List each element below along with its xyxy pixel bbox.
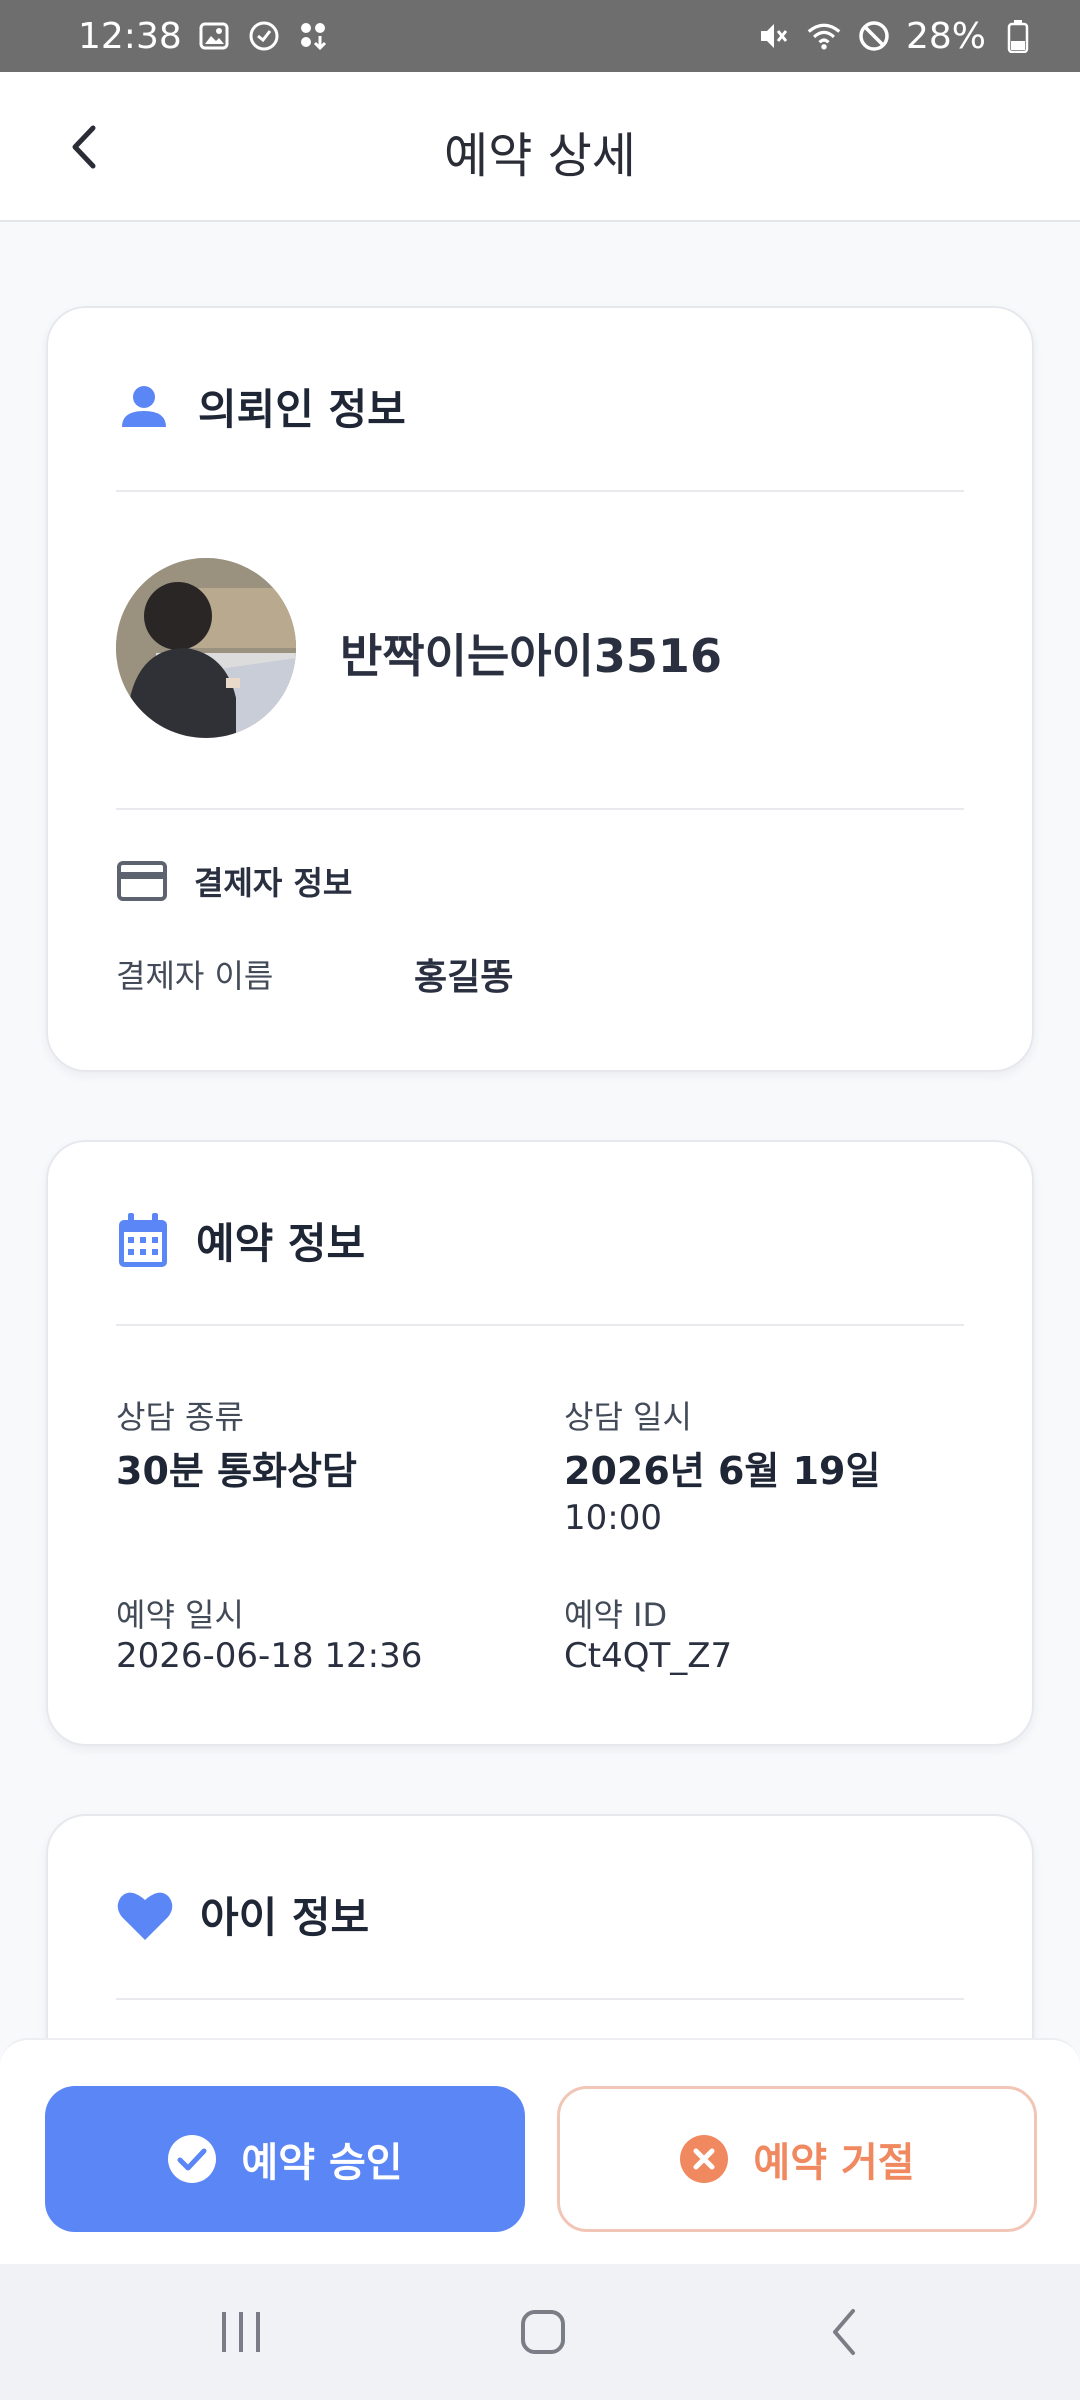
do-not-disturb-icon <box>856 18 892 54</box>
home-icon <box>521 2310 565 2354</box>
reservation-info-header: 예약 정보 <box>116 1210 365 1271</box>
payer-name-row: 결제자 이름 홍길똥 <box>116 948 513 1000</box>
close-circle-icon <box>680 2135 729 2183</box>
dots-download-icon <box>296 18 332 54</box>
payer-name-label: 결제자 이름 <box>116 957 274 995</box>
person-icon <box>122 385 166 427</box>
divider <box>116 1998 964 2000</box>
back-icon <box>833 2309 855 2355</box>
app-header: 예약 상세 <box>0 72 1080 222</box>
home-button[interactable] <box>498 2294 588 2370</box>
consult-type-value: 30분 통화상담 <box>116 1449 357 1493</box>
divider <box>116 490 964 492</box>
calendar-icon <box>119 1212 167 1267</box>
client-info-title: 의뢰인 정보 <box>198 385 406 434</box>
child-info-header: 아이 정보 <box>116 1884 369 1945</box>
status-left: 12:38 <box>78 16 332 57</box>
heart-icon <box>117 1892 173 1940</box>
page-title: 예약 상세 <box>444 128 636 184</box>
payment-info-header: 결제자 정보 <box>116 858 352 904</box>
reservation-info-card: 예약 정보 상담 종류 30분 통화상담 상담 일시 2026년 6월 19일 … <box>46 1140 1034 1746</box>
consult-type-label: 상담 종류 <box>116 1398 244 1436</box>
recent-apps-button[interactable] <box>196 2294 286 2370</box>
reserved-at-label: 예약 일시 <box>116 1596 244 1634</box>
status-time: 12:38 <box>78 15 182 57</box>
mute-icon <box>756 18 792 54</box>
approve-label: 예약 승인 <box>241 2140 403 2186</box>
system-back-button[interactable] <box>800 2294 890 2370</box>
divider <box>116 1324 964 1326</box>
client-nickname: 반짝이는아이3516 <box>340 629 722 683</box>
recent-apps-icon <box>222 2312 260 2352</box>
child-info-title: 아이 정보 <box>200 1893 370 1942</box>
system-nav-bar <box>0 2264 1080 2400</box>
consult-time-value: 10:00 <box>564 1498 662 1538</box>
credit-card-icon <box>117 861 167 901</box>
avatar <box>116 558 296 738</box>
messenger-icon <box>246 18 282 54</box>
gallery-icon <box>196 18 232 54</box>
reject-reservation-button[interactable]: 예약 거절 <box>557 2086 1037 2232</box>
status-right: 28% <box>756 16 1036 57</box>
reservation-id-value: Ct4QT_Z7 <box>564 1636 733 1676</box>
reservation-info-title: 예약 정보 <box>196 1219 366 1268</box>
divider <box>116 808 964 810</box>
consult-date-value: 2026년 6월 19일 <box>564 1449 881 1493</box>
battery-percent: 28% <box>905 15 986 57</box>
approve-reservation-button[interactable]: 예약 승인 <box>45 2086 525 2232</box>
check-circle-icon <box>168 2135 217 2183</box>
reservation-id-label: 예약 ID <box>564 1596 668 1634</box>
consult-date-label: 상담 일시 <box>564 1398 692 1436</box>
client-info-header: 의뢰인 정보 <box>116 376 406 437</box>
payer-name-value: 홍길똥 <box>414 957 514 998</box>
status-bar: 12:38 28% <box>0 0 1080 72</box>
reserved-at-value: 2026-06-18 12:36 <box>116 1636 423 1676</box>
payment-info-title: 결제자 정보 <box>194 864 353 902</box>
client-info-card: 의뢰인 정보 반짝이는아이3516 결제자 정보 결제자 이름 홍길똥 <box>46 306 1034 1072</box>
reject-label: 예약 거절 <box>753 2140 915 2186</box>
battery-icon <box>1000 18 1036 54</box>
wifi-icon <box>806 18 842 54</box>
action-panel: 예약 승인 예약 거절 <box>0 2038 1080 2264</box>
